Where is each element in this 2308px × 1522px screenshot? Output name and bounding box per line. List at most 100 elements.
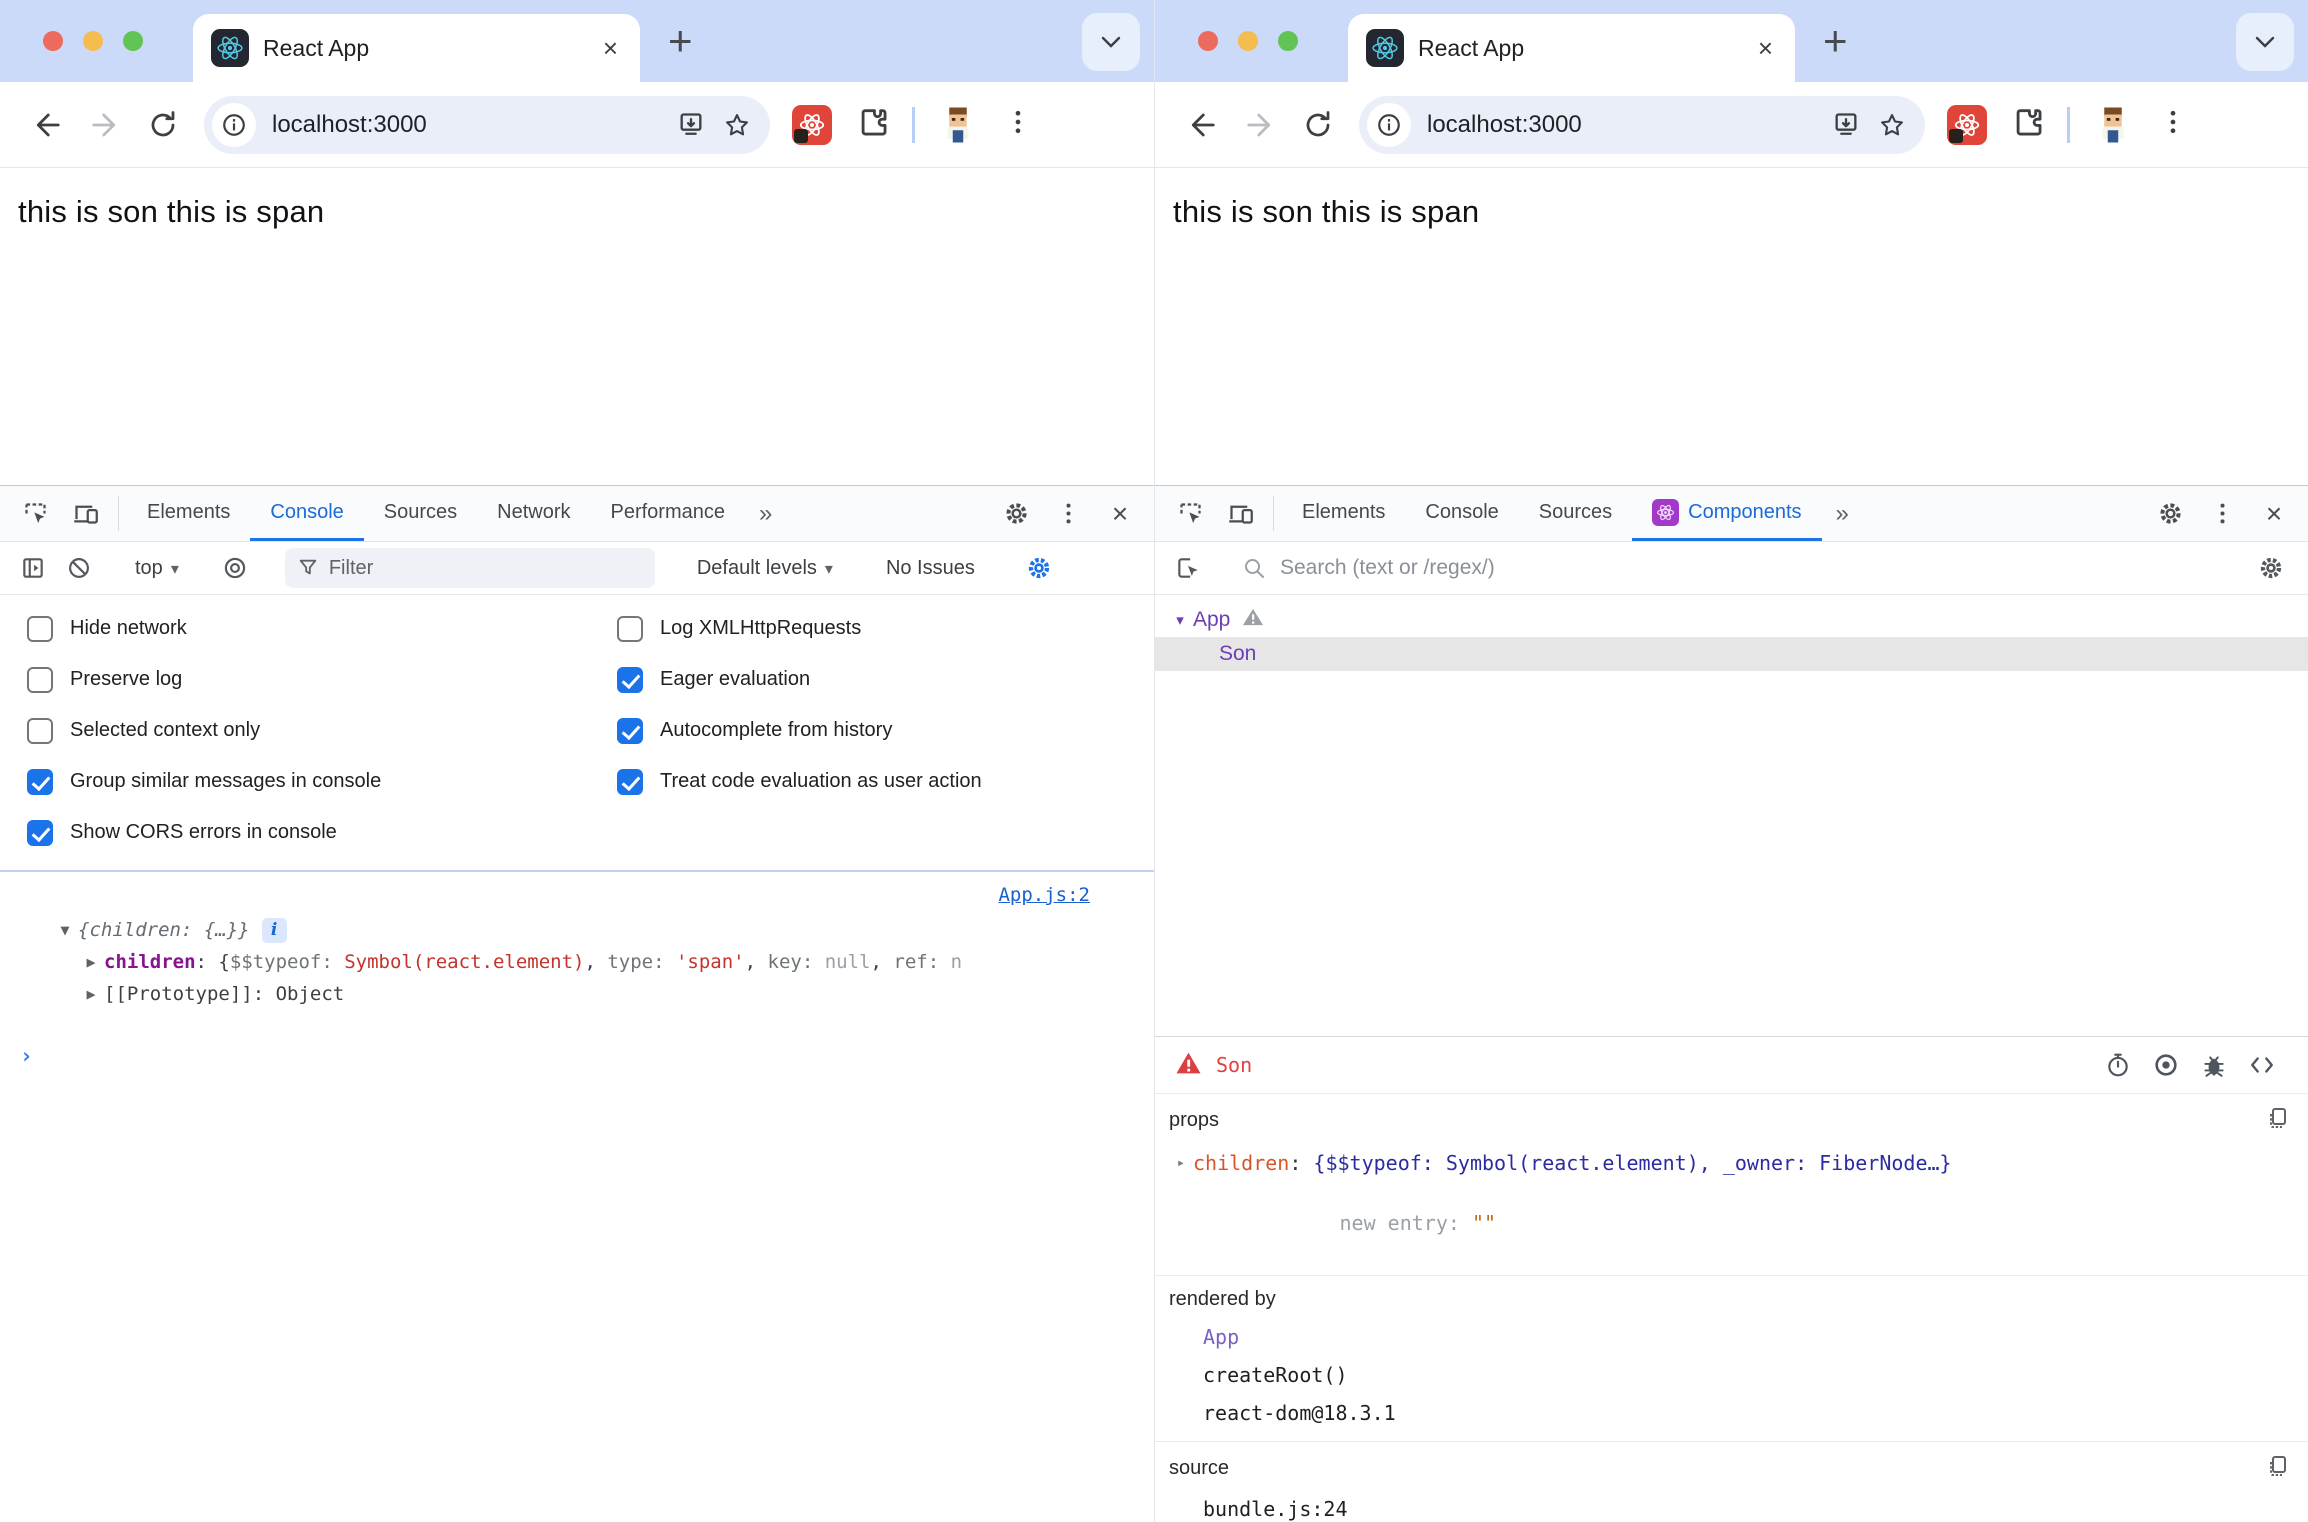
extensions-puzzle-icon[interactable]	[2011, 105, 2045, 144]
reload-button[interactable]	[1289, 96, 1347, 154]
checkbox-checked[interactable]	[27, 769, 53, 795]
devtools-tab-elements[interactable]: Elements	[1282, 486, 1405, 541]
copy-icon[interactable]	[2266, 1454, 2290, 1483]
tab-search-button[interactable]	[1082, 13, 1140, 71]
zoom-window-button[interactable]	[1278, 31, 1298, 51]
log-levels-selector[interactable]: Default levels	[681, 557, 849, 580]
console-sidebar-icon[interactable]	[10, 555, 56, 581]
minimize-window-button[interactable]	[83, 31, 103, 51]
browser-menu-icon[interactable]	[2158, 107, 2188, 142]
collapsed-arrow-icon[interactable]: ▸	[1169, 1155, 1193, 1171]
view-source-icon[interactable]	[2238, 1052, 2286, 1078]
search-input[interactable]	[1280, 556, 2231, 580]
console-prompt[interactable]: ›	[0, 1040, 1154, 1072]
checkbox-checked[interactable]	[617, 769, 643, 795]
checkbox-checked[interactable]	[617, 718, 643, 744]
forward-button[interactable]	[1231, 96, 1289, 154]
new-entry-row[interactable]: new entry: ""	[1169, 1187, 2290, 1259]
tab-search-button[interactable]	[2236, 13, 2294, 71]
bookmark-star-icon[interactable]	[714, 102, 760, 148]
more-tabs-icon[interactable]: »	[1822, 486, 1861, 541]
devtools-menu-icon[interactable]	[1042, 500, 1094, 527]
collapsed-arrow-icon[interactable]: ▶	[78, 985, 104, 1003]
new-tab-button[interactable]: +	[668, 18, 693, 64]
components-search[interactable]	[1228, 556, 2231, 580]
devtools-tab-console[interactable]: Console	[250, 486, 363, 541]
install-app-icon[interactable]	[1823, 102, 1869, 148]
twisty-open-icon[interactable]: ▾	[1167, 611, 1193, 629]
inspect-element-icon[interactable]	[1165, 486, 1215, 541]
expand-arrow-icon[interactable]: ▼	[52, 921, 78, 939]
device-toolbar-icon[interactable]	[60, 486, 110, 541]
issues-counter[interactable]: No Issues	[866, 557, 995, 580]
devtools-close-icon[interactable]: ×	[1094, 498, 1146, 530]
filter-input[interactable]	[329, 557, 643, 580]
profile-avatar[interactable]	[937, 104, 979, 146]
close-window-button[interactable]	[1198, 31, 1218, 51]
devtools-close-icon[interactable]: ×	[2248, 498, 2300, 530]
inspect-dom-eye-icon[interactable]	[2142, 1052, 2190, 1078]
setting-eager-evaluation[interactable]: Eager evaluation	[590, 654, 1154, 705]
zoom-window-button[interactable]	[123, 31, 143, 51]
prop-children-row[interactable]: ▸ children: {$$typeof: Symbol(react.elem…	[1169, 1151, 2290, 1175]
suspend-stopwatch-icon[interactable]	[2094, 1052, 2142, 1078]
tree-row-app[interactable]: ▾ App	[1155, 603, 2308, 637]
device-toolbar-icon[interactable]	[1215, 486, 1265, 541]
log-data-bug-icon[interactable]	[2190, 1052, 2238, 1078]
collapsed-arrow-icon[interactable]: ▶	[78, 953, 104, 971]
checkbox-checked[interactable]	[617, 667, 643, 693]
new-tab-button[interactable]: +	[1823, 18, 1848, 64]
components-settings-gear-icon[interactable]	[2248, 555, 2294, 581]
devtools-tab-network[interactable]: Network	[477, 486, 590, 541]
tab-close-icon[interactable]: ×	[1754, 33, 1777, 64]
info-icon[interactable]: i	[262, 918, 287, 943]
checkbox-unchecked[interactable]	[27, 667, 53, 693]
tab-close-icon[interactable]: ×	[599, 33, 622, 64]
minimize-window-button[interactable]	[1238, 31, 1258, 51]
setting-log-xhr[interactable]: Log XMLHttpRequests	[590, 603, 1154, 654]
source-file[interactable]: bundle.js:24	[1169, 1497, 2290, 1521]
browser-menu-icon[interactable]	[1003, 107, 1033, 142]
bookmark-star-icon[interactable]	[1869, 102, 1915, 148]
live-expression-eye-icon[interactable]	[212, 555, 258, 581]
tree-row-son[interactable]: Son	[1155, 637, 2308, 671]
console-prototype-row[interactable]: ▶ [[Prototype]]: Object	[0, 978, 1154, 1010]
url-text[interactable]: localhost:3000	[1427, 111, 1823, 139]
extensions-puzzle-icon[interactable]	[856, 105, 890, 144]
checkbox-checked[interactable]	[27, 820, 53, 846]
console-filter[interactable]	[285, 548, 655, 588]
context-selector[interactable]: top	[119, 557, 195, 580]
devtools-tab-sources[interactable]: Sources	[364, 486, 477, 541]
devtools-tab-performance[interactable]: Performance	[591, 486, 746, 541]
install-app-icon[interactable]	[668, 102, 714, 148]
site-info-icon[interactable]	[212, 103, 256, 147]
setting-hide-network[interactable]: Hide network	[0, 603, 590, 654]
site-info-icon[interactable]	[1367, 103, 1411, 147]
devtools-tab-elements[interactable]: Elements	[127, 486, 250, 541]
clear-console-icon[interactable]	[56, 555, 102, 581]
devtools-tab-components[interactable]: Components	[1632, 486, 1821, 541]
address-bar[interactable]: localhost:3000	[1359, 96, 1925, 154]
console-object-preview-row[interactable]: ▼ {children: {…}} i	[0, 914, 1154, 946]
forward-button[interactable]	[76, 96, 134, 154]
setting-preserve-log[interactable]: Preserve log	[0, 654, 590, 705]
url-text[interactable]: localhost:3000	[272, 111, 668, 139]
address-bar[interactable]: localhost:3000	[204, 96, 770, 154]
copy-icon[interactable]	[2266, 1106, 2290, 1135]
back-button[interactable]	[18, 96, 76, 154]
setting-selected-context-only[interactable]: Selected context only	[0, 705, 590, 756]
reload-button[interactable]	[134, 96, 192, 154]
rendered-by-app-link[interactable]: App	[1169, 1325, 2290, 1349]
close-window-button[interactable]	[43, 31, 63, 51]
more-tabs-icon[interactable]: »	[745, 486, 784, 541]
devtools-tab-console[interactable]: Console	[1405, 486, 1518, 541]
checkbox-unchecked[interactable]	[617, 616, 643, 642]
devtools-menu-icon[interactable]	[2196, 500, 2248, 527]
react-devtools-extension-icon[interactable]	[1947, 105, 1987, 145]
inspect-element-icon[interactable]	[10, 486, 60, 541]
devtools-tab-sources[interactable]: Sources	[1519, 486, 1632, 541]
back-button[interactable]	[1173, 96, 1231, 154]
setting-autocomplete-history[interactable]: Autocomplete from history	[590, 705, 1154, 756]
checkbox-unchecked[interactable]	[27, 616, 53, 642]
react-devtools-extension-icon[interactable]	[792, 105, 832, 145]
